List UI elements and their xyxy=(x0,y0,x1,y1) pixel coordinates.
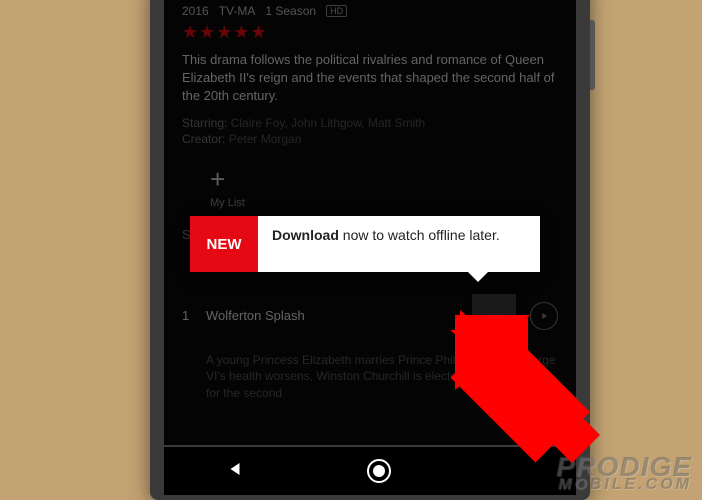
tooltip-bold: Download xyxy=(272,227,339,243)
episode-number: 1 xyxy=(182,308,192,323)
show-credits: Starring: Claire Foy, John Lithgow, Matt… xyxy=(182,116,558,146)
show-year: 2016 xyxy=(182,4,209,18)
download-icon xyxy=(485,307,503,325)
show-meta: 2016 TV-MA 1 Season HD xyxy=(182,4,558,18)
show-rating: TV-MA xyxy=(219,4,256,18)
tooltip-rest: now to watch offline later. xyxy=(339,227,500,243)
back-triangle-icon xyxy=(226,460,244,478)
plus-icon: + xyxy=(210,164,270,195)
nav-home-button[interactable] xyxy=(367,459,391,483)
creator-label: Creator: xyxy=(182,132,225,146)
star-rating[interactable]: ★★★★★ xyxy=(182,22,558,43)
hd-badge: HD xyxy=(326,5,347,17)
download-button[interactable] xyxy=(472,294,516,338)
play-icon xyxy=(539,311,549,321)
my-list-button[interactable]: + My List xyxy=(210,164,270,209)
starring-label: Starring: xyxy=(182,116,227,130)
show-description: This drama follows the political rivalri… xyxy=(182,51,558,106)
starring-value: Claire Foy, John Lithgow, Matt Smith xyxy=(231,116,426,130)
new-badge: NEW xyxy=(190,216,258,272)
creator-value: Peter Morgan xyxy=(229,132,302,146)
tooltip-tail-icon xyxy=(468,272,488,282)
episode-row[interactable]: 1 Wolferton Splash xyxy=(182,294,558,338)
episode-description: A young Princess Elizabeth marries Princ… xyxy=(182,352,558,402)
phone-frame: The Crown 2016 TV-MA 1 Season HD ★★★★★ T… xyxy=(150,0,590,500)
show-seasons: 1 Season xyxy=(265,4,316,18)
download-tooltip: NEW Download now to watch offline later. xyxy=(190,216,540,272)
episode-title: Wolferton Splash xyxy=(206,308,458,323)
play-button[interactable] xyxy=(530,302,558,330)
android-navbar xyxy=(164,447,576,495)
my-list-label: My List xyxy=(210,197,270,209)
tooltip-body: Download now to watch offline later. xyxy=(258,216,540,272)
phone-side-button xyxy=(590,20,595,90)
nav-back-button[interactable] xyxy=(226,460,244,483)
app-screen: The Crown 2016 TV-MA 1 Season HD ★★★★★ T… xyxy=(164,0,576,445)
